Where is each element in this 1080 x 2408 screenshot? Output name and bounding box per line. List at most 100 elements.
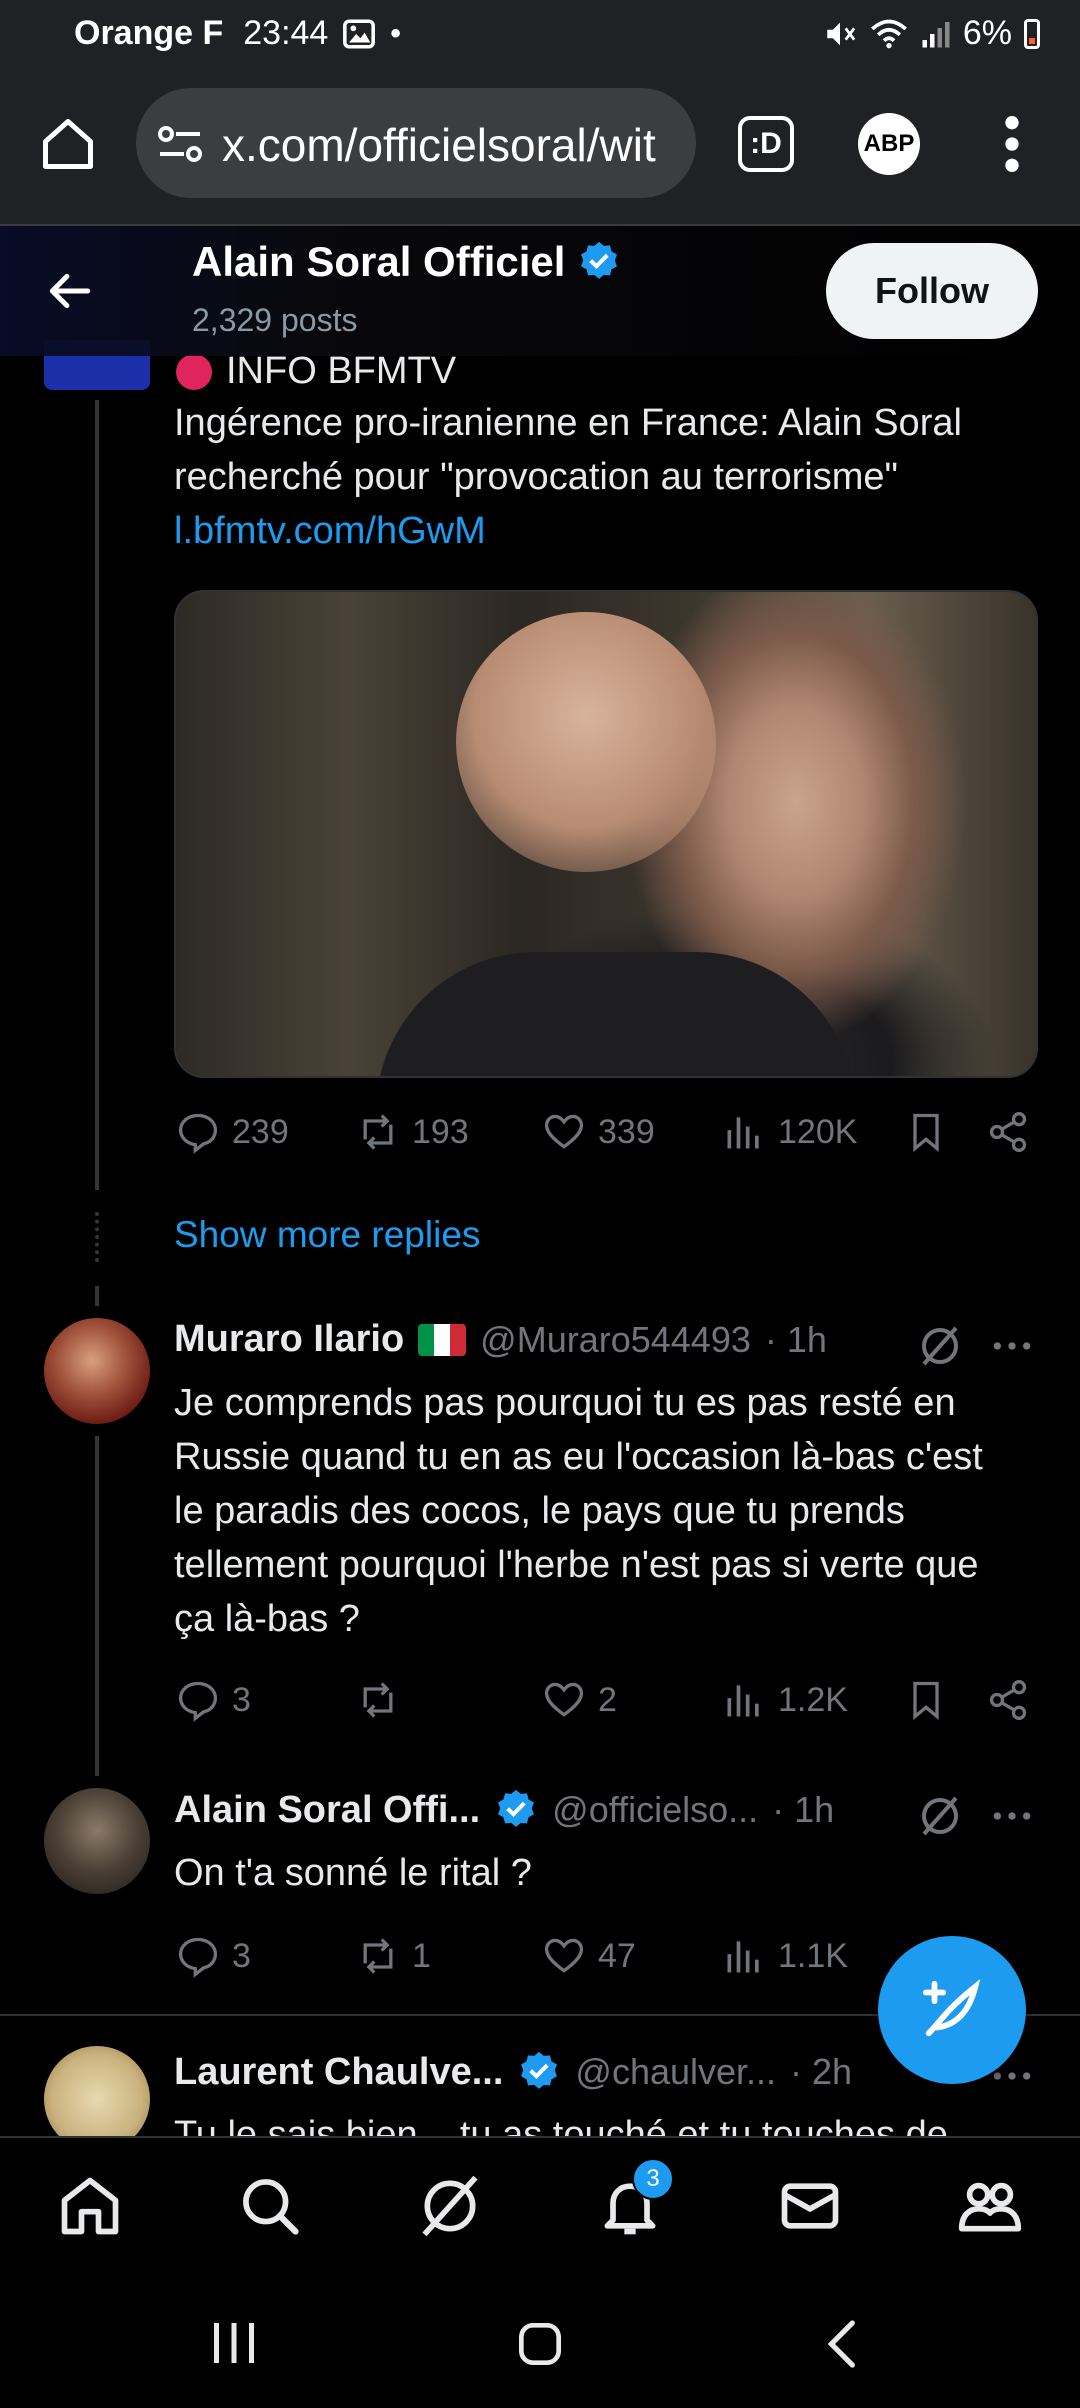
bookmark-icon[interactable] bbox=[904, 1678, 948, 1722]
carrier-label: Orange F bbox=[74, 14, 224, 52]
source-label-row: INFO BFMTV bbox=[176, 350, 456, 393]
reply-handle[interactable]: @Muraro544493 bbox=[480, 1319, 751, 1361]
like-action[interactable]: 2 bbox=[542, 1678, 617, 1722]
back-button-icon[interactable] bbox=[818, 2316, 868, 2372]
site-settings-icon[interactable] bbox=[156, 122, 204, 166]
follow-button[interactable]: Follow bbox=[826, 243, 1038, 339]
views-action[interactable]: 120K bbox=[722, 1110, 857, 1154]
more-options-icon[interactable] bbox=[990, 1326, 1034, 1366]
reply-text: On t'a sonné le rital ? bbox=[174, 1846, 1054, 1900]
retweet-action[interactable] bbox=[356, 1678, 412, 1722]
home-tab-icon[interactable] bbox=[56, 2172, 124, 2240]
share-icon[interactable] bbox=[986, 1678, 1030, 1722]
retweet-icon bbox=[363, 1682, 393, 1718]
like-action[interactable]: 339 bbox=[542, 1110, 655, 1154]
home-icon[interactable] bbox=[38, 114, 98, 174]
more-options-icon[interactable] bbox=[990, 1796, 1034, 1836]
tweet-line: Ingérence pro-iranienne en France: Alain… bbox=[174, 402, 962, 444]
status-bar: Orange F 23:44 • 6% bbox=[0, 0, 1080, 68]
reply-username[interactable]: Alain Soral Offi... bbox=[174, 1789, 480, 1832]
retweet-action[interactable]: 193 bbox=[356, 1110, 469, 1154]
reply-username[interactable]: Laurent Chaulve... bbox=[174, 2051, 503, 2094]
mute-icon bbox=[827, 22, 856, 45]
profile-name: Alain Soral Officiel bbox=[192, 238, 566, 285]
wifi-icon bbox=[870, 19, 907, 48]
communities-tab-icon[interactable] bbox=[956, 2172, 1024, 2240]
reply-actions: 3 1 47 1.1K bbox=[176, 1934, 876, 1984]
adblock-icon[interactable]: ABP bbox=[858, 113, 920, 175]
views-icon bbox=[727, 1941, 759, 1973]
italy-flag-icon bbox=[418, 1323, 467, 1356]
image-notification-icon bbox=[343, 18, 376, 49]
retweet-count: 1 bbox=[412, 1936, 431, 1975]
views-icon bbox=[727, 1685, 759, 1717]
tweet-media-image[interactable] bbox=[174, 590, 1038, 1078]
thread-dots bbox=[95, 1212, 103, 1262]
reply-handle[interactable]: @officielso... bbox=[552, 1789, 758, 1831]
tweet-line: On t'a sonné le rital ? bbox=[174, 1852, 532, 1894]
reply-action[interactable]: 3 bbox=[176, 1678, 251, 1722]
reply-count: 239 bbox=[232, 1112, 289, 1151]
show-more-replies-link[interactable]: Show more replies bbox=[174, 1214, 480, 1256]
thread-line bbox=[95, 1286, 99, 1306]
profile-name-row: Alain Soral Officiel bbox=[192, 238, 621, 286]
back-arrow-icon[interactable] bbox=[44, 266, 94, 316]
home-button-icon[interactable] bbox=[512, 2316, 568, 2372]
search-tab-icon[interactable] bbox=[236, 2172, 304, 2240]
grok-tab-icon[interactable] bbox=[416, 2172, 484, 2240]
reply-icon bbox=[178, 1681, 218, 1722]
quoted-tweet-text: Ingérence pro-iranienne en France: Alain… bbox=[174, 396, 1054, 558]
reply-count: 3 bbox=[232, 1680, 251, 1719]
views-count: 1.1K bbox=[778, 1936, 848, 1975]
views-count: 1.2K bbox=[778, 1680, 848, 1719]
views-action[interactable]: 1.2K bbox=[722, 1678, 848, 1722]
views-action[interactable]: 1.1K bbox=[722, 1934, 848, 1978]
grok-icon[interactable] bbox=[916, 1322, 964, 1370]
reply-count: 3 bbox=[232, 1936, 251, 1975]
battery-percent: 6% bbox=[962, 14, 1012, 52]
url-text[interactable]: x.com/officielsoral/wit bbox=[222, 118, 682, 172]
heart-icon bbox=[544, 1114, 584, 1149]
reply-time: · 1h bbox=[764, 1318, 827, 1360]
recent-apps-icon[interactable] bbox=[204, 2318, 264, 2368]
reply-text: Tu le sais bien... tu as touché et tu to… bbox=[174, 2108, 1054, 2136]
extension-icon[interactable]: :D bbox=[738, 116, 794, 172]
reply-text: Je comprends pas pourquoi tu es pas rest… bbox=[174, 1376, 1054, 1646]
photo-shoulders-shape bbox=[376, 952, 856, 1076]
reply-header: Laurent Chaulve... @chaulver... · 2h bbox=[174, 2050, 852, 2094]
status-right: 6% bbox=[823, 14, 1040, 53]
tweet-line: le paradis des cocos, le pays que tu pre… bbox=[174, 1490, 905, 1532]
more-vert-icon[interactable] bbox=[990, 112, 1034, 176]
clock: 23:44 bbox=[243, 14, 329, 52]
tweet-line: recherché pour "provocation au terrorism… bbox=[174, 456, 898, 498]
retweet-action[interactable]: 1 bbox=[356, 1934, 431, 1978]
messages-tab-icon[interactable] bbox=[776, 2172, 844, 2240]
verified-badge-icon bbox=[521, 2051, 558, 2089]
reply-avatar[interactable] bbox=[44, 1318, 150, 1424]
like-action[interactable]: 47 bbox=[542, 1934, 636, 1978]
post-count: 2,329 posts bbox=[192, 302, 358, 338]
tweet-line: Je comprends pas pourquoi tu es pas rest… bbox=[174, 1382, 956, 1424]
tweet-line: ça là-bas ? bbox=[174, 1598, 360, 1640]
signal-icon bbox=[922, 21, 950, 47]
thread-line bbox=[95, 1436, 99, 1776]
tweet-link[interactable]: l.bfmtv.com/hGwM bbox=[174, 504, 1054, 558]
retweet-count: 193 bbox=[412, 1112, 469, 1151]
reply-action[interactable]: 239 bbox=[176, 1110, 289, 1154]
compose-button[interactable] bbox=[878, 1936, 1026, 2084]
reply-icon bbox=[178, 1113, 218, 1154]
grok-icon[interactable] bbox=[916, 1792, 964, 1840]
share-icon[interactable] bbox=[986, 1110, 1030, 1154]
reply-handle[interactable]: @chaulver... bbox=[575, 2051, 776, 2093]
reply-action[interactable]: 3 bbox=[176, 1934, 251, 1978]
reply-icon bbox=[178, 1937, 218, 1978]
reply-avatar[interactable] bbox=[44, 1788, 150, 1894]
verified-badge-icon bbox=[498, 1789, 535, 1827]
reply-actions: 3 2 1.2K bbox=[176, 1678, 1036, 1728]
heart-icon bbox=[544, 1682, 584, 1717]
reply-username[interactable]: Muraro Ilario bbox=[174, 1318, 404, 1361]
views-count: 120K bbox=[778, 1112, 858, 1151]
bookmark-icon[interactable] bbox=[904, 1110, 948, 1154]
tweet-line: Tu le sais bien... tu as touché et tu to… bbox=[174, 2114, 948, 2136]
system-navigation bbox=[0, 2276, 1080, 2408]
